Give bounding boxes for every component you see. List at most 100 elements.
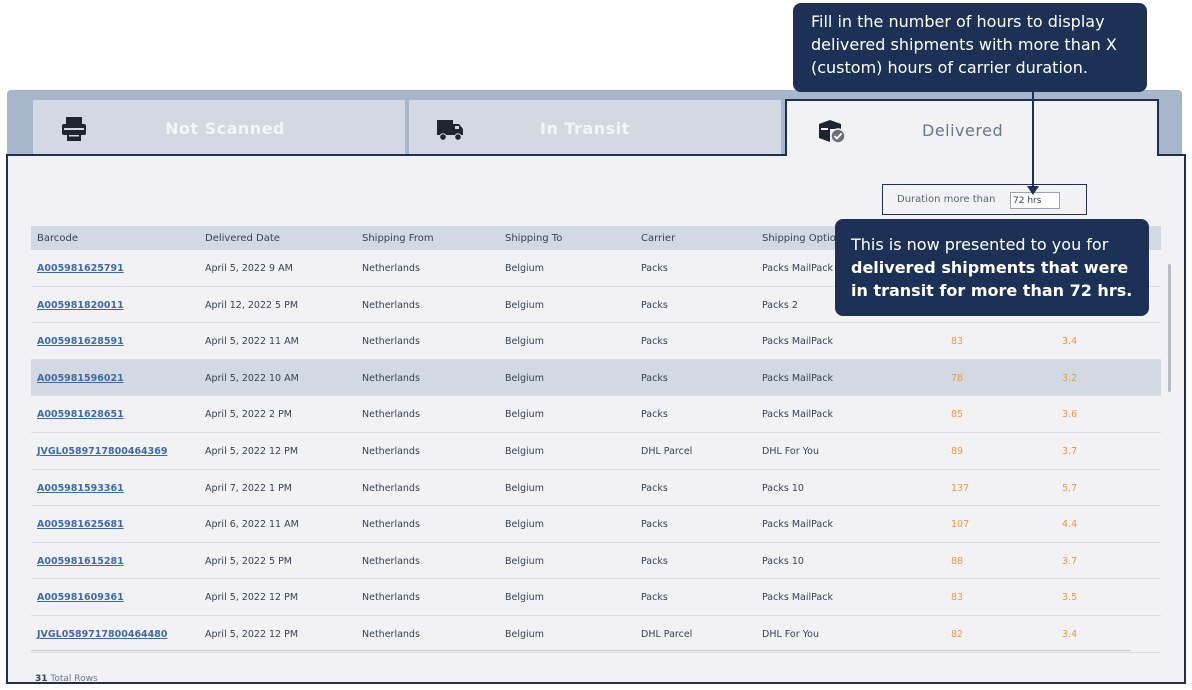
table-row[interactable]: A005981609361 April 5, 2022 12 PM Netherla… <box>31 579 1161 616</box>
duration-days: 3.4 <box>1062 336 1078 348</box>
shipping-option: Packs MailPack <box>762 263 833 274</box>
duration-hours: 107 <box>951 519 970 531</box>
delivered-date: April 5, 2022 5 PM <box>205 555 293 567</box>
shipping-to: Belgium <box>505 409 544 421</box>
table-row[interactable]: A005981593361 April 7, 2022 1 PM Netherlan… <box>31 470 1161 507</box>
table-row[interactable]: A005981625681 April 6, 2022 11 AM Netherla… <box>31 506 1161 543</box>
shipping-option: Packs MailPack <box>762 409 833 421</box>
table-footer-divider <box>31 650 1131 651</box>
table-row[interactable]: A005981628591 April 5, 2022 11 AM Netherla… <box>31 323 1161 360</box>
shipping-option: Packs 10 <box>762 555 804 567</box>
shipping-from: Netherlands <box>362 445 420 457</box>
column-header[interactable]: Shipping From <box>362 233 434 244</box>
table-row[interactable]: JVGL0589717800464480 April 5, 2022 12 PM N… <box>31 616 1161 653</box>
barcode-link[interactable]: JVGL0589717800464369 <box>37 446 168 457</box>
shipping-to: Belgium <box>505 336 544 348</box>
shipping-option: DHL For You <box>762 628 820 640</box>
table-scrollbar[interactable] <box>1168 264 1171 392</box>
shipping-to: Belgium <box>505 628 544 640</box>
barcode-link[interactable]: A005981615281 <box>37 556 124 567</box>
tab-delivered[interactable]: Delivered <box>785 99 1159 156</box>
tab-in-transit[interactable]: In Transit <box>409 100 781 156</box>
shipping-option: Packs MailPack <box>762 592 833 604</box>
duration-days: 3.4 <box>1062 628 1078 640</box>
tab-label: Delivered <box>922 121 1004 140</box>
duration-hours: 85 <box>951 409 964 421</box>
duration-days: 3.5 <box>1062 592 1078 604</box>
carrier: Packs <box>641 592 668 604</box>
carrier: Packs <box>641 555 668 567</box>
callout-arrow-line <box>1032 92 1034 188</box>
column-header[interactable]: Shipping To <box>505 233 562 244</box>
delivered-date: April 7, 2022 1 PM <box>205 482 293 494</box>
shipping-to: Belgium <box>505 555 544 567</box>
printer-icon <box>62 117 86 141</box>
barcode-link[interactable]: A005981596021 <box>37 373 124 384</box>
shipping-from: Netherlands <box>362 299 420 311</box>
column-header[interactable]: Delivered Date <box>205 233 280 244</box>
delivered-date: April 5, 2022 10 AM <box>205 372 299 384</box>
column-header[interactable]: Carrier <box>641 233 675 244</box>
shipping-option: Packs 10 <box>762 482 804 494</box>
barcode-link[interactable]: A005981625681 <box>37 519 124 530</box>
shipping-option: Packs MailPack <box>762 336 833 348</box>
shipping-from: Netherlands <box>362 555 420 567</box>
column-header[interactable]: Barcode <box>37 233 78 244</box>
table-row[interactable]: JVGL0589717800464369 April 5, 2022 12 PM N… <box>31 433 1161 470</box>
barcode-link[interactable]: A005981628651 <box>37 409 124 420</box>
barcode-link[interactable]: A005981609361 <box>37 592 124 603</box>
carrier: Packs <box>641 372 668 384</box>
carrier: Packs <box>641 482 668 494</box>
duration-filter: Duration more than <box>882 184 1087 215</box>
duration-filter-label: Duration more than <box>897 194 996 205</box>
carrier: DHL Parcel <box>641 445 693 457</box>
duration-days: 3.6 <box>1062 409 1078 421</box>
duration-hours: 83 <box>951 592 964 604</box>
barcode-link[interactable]: A005981820011 <box>37 300 124 311</box>
table-row[interactable]: A005981615281 April 5, 2022 5 PM Netherlan… <box>31 543 1161 580</box>
duration-days: 4.4 <box>1062 519 1078 531</box>
total-rows-count: 31 <box>35 674 48 684</box>
shipping-from: Netherlands <box>362 628 420 640</box>
callout-duration-text: Fill in the number of hours to display d… <box>811 12 1117 77</box>
callout-result-bold: delivered shipments that were in transit… <box>851 258 1133 300</box>
column-header[interactable]: Shipping Option <box>762 233 842 244</box>
shipping-from: Netherlands <box>362 409 420 421</box>
carrier: Packs <box>641 299 668 311</box>
callout-duration-hint: Fill in the number of hours to display d… <box>793 3 1147 92</box>
duration-days: 3.2 <box>1062 372 1078 384</box>
carrier: Packs <box>641 263 668 274</box>
shipping-from: Netherlands <box>362 372 420 384</box>
barcode-link[interactable]: A005981593361 <box>37 483 124 494</box>
duration-hours: 88 <box>951 555 964 567</box>
delivered-date: April 5, 2022 9 AM <box>205 263 293 274</box>
table-row[interactable]: A005981596021 April 5, 2022 10 AM Netherla… <box>31 359 1161 397</box>
duration-hours: 78 <box>951 372 964 384</box>
total-rows: 31 Total Rows <box>35 674 98 684</box>
callout-result-hint: This is now presented to you for deliver… <box>835 219 1149 316</box>
tab-label: Not Scanned <box>165 119 285 138</box>
duration-days: 3.7 <box>1062 445 1078 457</box>
shipping-to: Belgium <box>505 299 544 311</box>
delivered-date: April 5, 2022 12 PM <box>205 628 299 640</box>
truck-icon <box>437 120 463 141</box>
delivered-date: April 12, 2022 5 PM <box>205 299 299 311</box>
barcode-link[interactable]: A005981625791 <box>37 263 124 274</box>
tab-not-scanned[interactable]: Not Scanned <box>33 100 405 156</box>
carrier: DHL Parcel <box>641 628 693 640</box>
carrier: Packs <box>641 409 668 421</box>
duration-hours: 89 <box>951 445 964 457</box>
shipping-to: Belgium <box>505 519 544 531</box>
shipping-to: Belgium <box>505 372 544 384</box>
table-row[interactable]: A005981628651 April 5, 2022 2 PM Netherlan… <box>31 396 1161 433</box>
barcode-link[interactable]: A005981628591 <box>37 336 124 347</box>
duration-hours: 82 <box>951 628 964 640</box>
duration-hours: 137 <box>951 482 970 494</box>
delivered-date: April 5, 2022 12 PM <box>205 592 299 604</box>
shipping-option: Packs MailPack <box>762 372 833 384</box>
shipping-to: Belgium <box>505 263 544 274</box>
delivered-date: April 5, 2022 2 PM <box>205 409 293 421</box>
barcode-link[interactable]: JVGL0589717800464480 <box>37 629 168 640</box>
shipping-from: Netherlands <box>362 336 420 348</box>
duration-days: 5.7 <box>1062 482 1078 494</box>
